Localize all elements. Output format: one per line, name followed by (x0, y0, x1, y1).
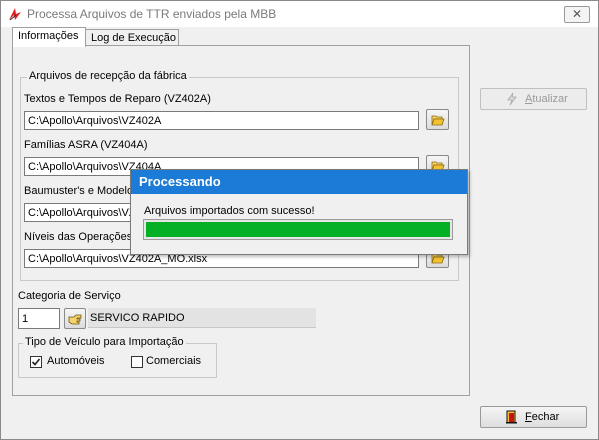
comerciais-checkbox[interactable] (131, 356, 143, 368)
checkmark-icon (31, 358, 41, 366)
window-title: Processa Arquivos de TTR enviados pela M… (27, 7, 277, 21)
vz402a-label: Textos e Tempos de Reparo (VZ402A) (24, 93, 211, 105)
service-category-label: Categoria de Serviço (18, 290, 121, 302)
baumuster-label: Baumuster's e Modelos (24, 185, 139, 197)
processing-dialog-title: Processando (131, 170, 467, 194)
service-category-code-input[interactable]: 1 (18, 308, 60, 329)
import-progress-bar (143, 219, 453, 240)
vz402a-browse-button[interactable] (426, 109, 449, 130)
folder-open-icon (431, 115, 445, 126)
comerciais-label: Comerciais (146, 355, 202, 367)
window-close-button[interactable]: ✕ (564, 6, 590, 23)
tab-label: Informações (18, 30, 79, 42)
app-logo-icon (9, 8, 21, 21)
vz402a-path-input[interactable]: C:\Apollo\Arquivos\VZ402A (24, 111, 419, 130)
main-window: Processa Arquivos de TTR enviados pela M… (0, 0, 599, 440)
lightning-icon (507, 92, 517, 106)
update-button-label: Atualizar (525, 93, 568, 105)
files-group-legend: Arquivos de recepção da fábrica (27, 70, 189, 82)
title-bar[interactable]: Processa Arquivos de TTR enviados pela M… (1, 1, 598, 27)
tab-label: Log de Execução (91, 32, 177, 44)
close-button-label: Fechar (525, 411, 560, 423)
close-button[interactable]: Fechar (480, 406, 587, 428)
vehicle-type-legend: Tipo de Veículo para Importação (23, 336, 186, 348)
processing-dialog: Processando Arquivos importados com suce… (130, 169, 468, 255)
update-button[interactable]: Atualizar (480, 88, 587, 110)
tab-informacoes[interactable]: Informações (12, 27, 86, 47)
niveis-label: Níveis das Operações (24, 231, 133, 243)
service-category-lookup-button[interactable] (64, 308, 86, 329)
automoveis-checkbox[interactable] (30, 356, 42, 368)
exit-door-icon (506, 410, 517, 424)
pointing-hand-icon (68, 314, 82, 325)
vz404a-label: Famílias ASRA (VZ404A) (24, 139, 148, 151)
service-category-description: SERVICO RAPIDO (88, 308, 316, 328)
import-progress-fill (146, 222, 450, 237)
processing-dialog-message: Arquivos importados com sucesso! (144, 205, 315, 217)
close-icon: ✕ (571, 7, 583, 21)
automoveis-label: Automóveis (47, 355, 105, 367)
